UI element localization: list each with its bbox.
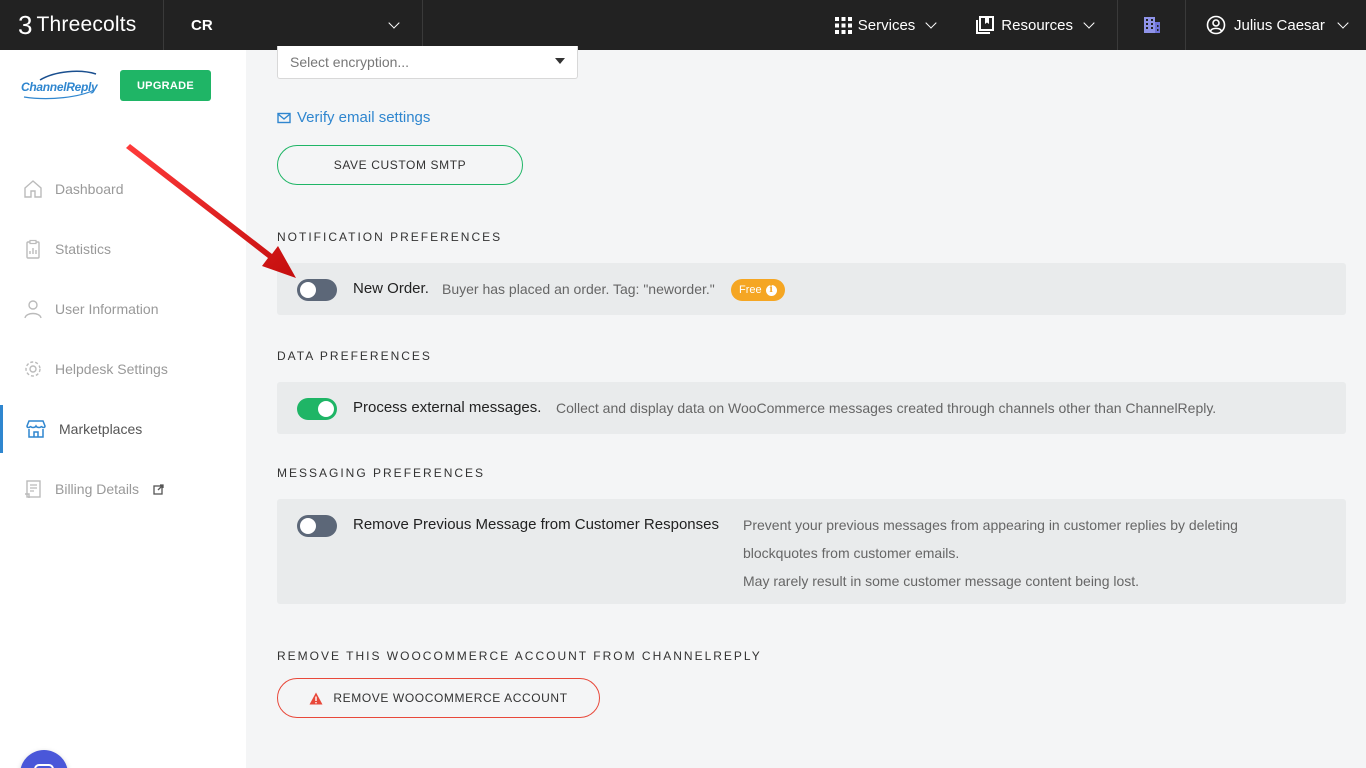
store-icon (26, 420, 46, 438)
home-icon (24, 180, 42, 198)
remove-woocommerce-account-label: REMOVE WOOCOMMERCE ACCOUNT (333, 691, 568, 705)
external-messages-preference-row: Process external messages. Collect and d… (277, 382, 1346, 434)
account-name: CR (191, 16, 213, 34)
top-navigation-bar: 3 Threecolts CR Services Resources Juliu… (0, 0, 1366, 50)
chevron-down-icon (925, 17, 937, 29)
toggle-knob (300, 282, 316, 298)
user-icon (24, 300, 42, 319)
sidebar: ChannelReply UPGRADE Dashboard Statistic… (0, 50, 246, 768)
messaging-preferences-title: MESSAGING PREFERENCES (277, 466, 486, 480)
info-icon: i (765, 284, 777, 296)
sidebar-item-label: Dashboard (55, 181, 124, 197)
organization-button[interactable] (1118, 0, 1186, 50)
encryption-select-placeholder: Select encryption... (290, 54, 410, 70)
threecolts-logo-mark: 3 (18, 10, 33, 40)
sidebar-item-billing-details[interactable]: Billing Details (0, 465, 246, 513)
threecolts-wordmark: Threecolts (36, 13, 137, 36)
sidebar-item-label: Marketplaces (59, 421, 143, 437)
new-order-label: New Order. (353, 280, 429, 297)
sidebar-item-label: Statistics (55, 241, 112, 257)
sidebar-item-dashboard[interactable]: Dashboard (0, 165, 246, 213)
sidebar-item-helpdesk-settings[interactable]: Helpdesk Settings (0, 345, 246, 393)
remove-previous-message-description-3: May rarely result in some customer messa… (743, 573, 1140, 589)
grid-icon (834, 16, 852, 34)
user-name: Julius Caesar (1234, 16, 1325, 34)
gear-icon (25, 361, 41, 377)
services-label: Services (857, 16, 916, 34)
remove-previous-message-toggle[interactable] (297, 515, 337, 537)
encryption-select[interactable]: Select encryption... (277, 46, 578, 79)
sidebar-item-label: Billing Details (55, 481, 140, 497)
chevron-down-icon (1337, 17, 1349, 29)
main-content: Select encryption... Verify email settin… (246, 46, 1366, 768)
services-menu[interactable]: Services (821, 0, 962, 50)
chevron-down-icon (388, 17, 400, 29)
caret-down-icon (555, 58, 565, 64)
channelreply-wordmark: ChannelReply (21, 80, 98, 94)
verify-email-settings-label: Verify email settings (297, 109, 431, 126)
new-order-description: Buyer has placed an order. Tag: "neworde… (442, 281, 715, 297)
building-icon (1143, 17, 1160, 33)
new-order-preference-row: New Order. Buyer has placed an order. Ta… (277, 263, 1346, 315)
remove-account-title: REMOVE THIS WOOCOMMERCE ACCOUNT FROM CHA… (277, 649, 762, 663)
sidebar-item-label: Helpdesk Settings (55, 361, 168, 377)
process-external-messages-description: Collect and display data on WooCommerce … (556, 400, 1217, 416)
sidebar-item-label: User Information (55, 301, 159, 317)
user-menu[interactable]: Julius Caesar (1186, 0, 1366, 50)
upgrade-button[interactable]: UPGRADE (120, 70, 211, 101)
remove-woocommerce-account-button[interactable]: REMOVE WOOCOMMERCE ACCOUNT (277, 678, 600, 718)
remove-previous-message-preference-row: Remove Previous Message from Customer Re… (277, 499, 1346, 604)
remove-previous-message-description-2: blockquotes from customer emails. (743, 545, 960, 561)
book-icon (976, 16, 995, 34)
clipboard-chart-icon (26, 239, 40, 259)
verify-email-settings-link[interactable]: Verify email settings (277, 109, 430, 126)
user-circle-icon (1206, 15, 1226, 35)
remove-previous-message-description-1: Prevent your previous messages from appe… (743, 517, 1238, 533)
resources-label: Resources (1001, 16, 1073, 34)
chat-icon (34, 764, 54, 768)
external-link-icon (153, 483, 164, 495)
warning-icon (309, 692, 323, 704)
envelope-icon (277, 112, 291, 123)
new-order-toggle[interactable] (297, 279, 337, 301)
toggle-knob (318, 401, 334, 417)
chevron-down-icon (1083, 17, 1095, 29)
data-preferences-title: DATA PREFERENCES (277, 349, 432, 363)
process-external-messages-toggle[interactable] (297, 398, 337, 420)
sidebar-item-user-information[interactable]: User Information (0, 285, 246, 333)
remove-previous-message-label: Remove Previous Message from Customer Re… (353, 516, 719, 533)
chat-support-button[interactable] (20, 750, 68, 768)
invoice-icon (25, 480, 41, 498)
sidebar-item-marketplaces[interactable]: Marketplaces (0, 405, 246, 453)
save-custom-smtp-button[interactable]: SAVE CUSTOM SMTP (277, 145, 523, 185)
threecolts-logo[interactable]: 3 Threecolts (0, 0, 164, 50)
resources-menu[interactable]: Resources (961, 0, 1118, 50)
account-switcher[interactable]: CR (164, 0, 423, 50)
notification-preferences-title: NOTIFICATION PREFERENCES (277, 230, 503, 244)
free-badge-label: Free (739, 284, 762, 296)
process-external-messages-label: Process external messages. (353, 399, 542, 416)
sidebar-item-statistics[interactable]: Statistics (0, 225, 246, 273)
toggle-knob (300, 518, 316, 534)
channelreply-logo[interactable]: ChannelReply (20, 70, 100, 102)
free-badge[interactable]: Free i (731, 279, 785, 301)
